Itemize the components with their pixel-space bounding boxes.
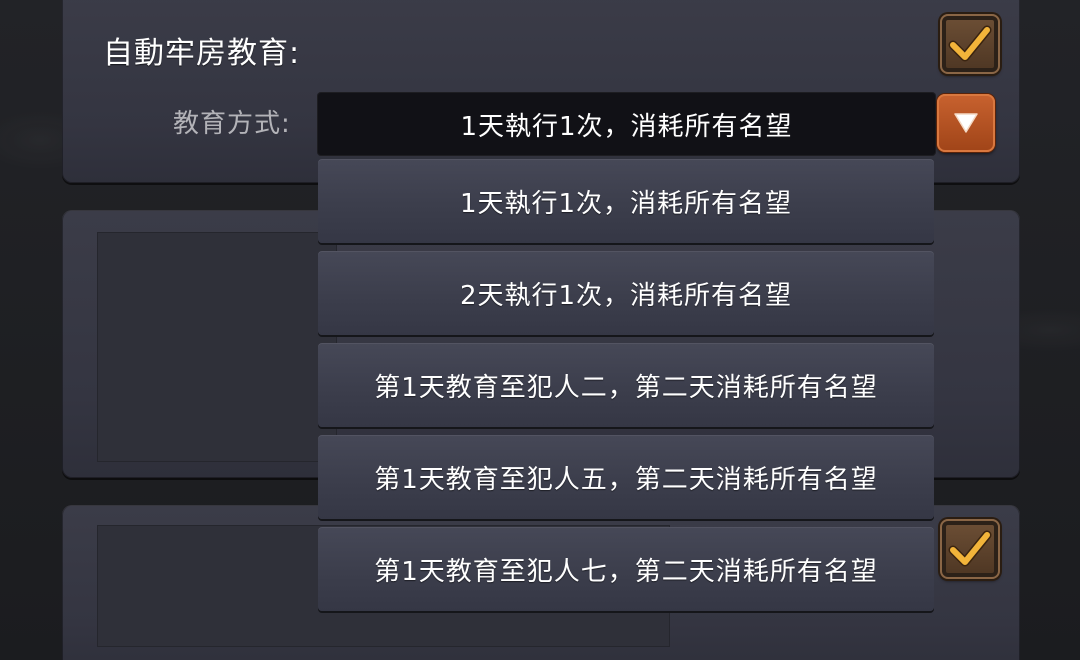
dropdown-option-label: 第1天教育至犯人二，第二天消耗所有名望	[374, 372, 878, 403]
auto-education-checkbox[interactable]	[940, 14, 1000, 74]
dropdown-option-label: 第1天教育至犯人七，第二天消耗所有名望	[374, 556, 878, 587]
dropdown-option-label: 1天執行1次，消耗所有名望	[459, 188, 793, 219]
dropdown-toggle-button[interactable]	[937, 94, 995, 152]
education-method-select[interactable]: 1天執行1次，消耗所有名望	[317, 92, 936, 156]
dropdown-option[interactable]: 第1天教育至犯人二，第二天消耗所有名望	[318, 343, 934, 427]
dropdown-option-label: 第1天教育至犯人五，第二天消耗所有名望	[374, 464, 878, 495]
auto-education-title: 自動牢房教育:	[103, 36, 301, 71]
triangle-down-icon	[954, 113, 978, 133]
education-method-selected-value: 1天執行1次，消耗所有名望	[460, 111, 793, 142]
dropdown-option[interactable]: 第1天教育至犯人五，第二天消耗所有名望	[318, 435, 934, 519]
checkmark-icon	[948, 25, 992, 62]
checkmark-icon	[948, 530, 992, 567]
education-method-label: 教育方式:	[173, 109, 291, 139]
secondary-checkbox[interactable]	[940, 519, 1000, 579]
dropdown-option-label: 2天執行1次，消耗所有名望	[459, 280, 793, 311]
dropdown-option[interactable]: 第1天教育至犯人七，第二天消耗所有名望	[318, 527, 934, 611]
dropdown-option[interactable]: 1天執行1次，消耗所有名望	[318, 159, 934, 243]
dropdown-option[interactable]: 2天執行1次，消耗所有名望	[318, 251, 934, 335]
panel-content-area	[97, 232, 337, 462]
